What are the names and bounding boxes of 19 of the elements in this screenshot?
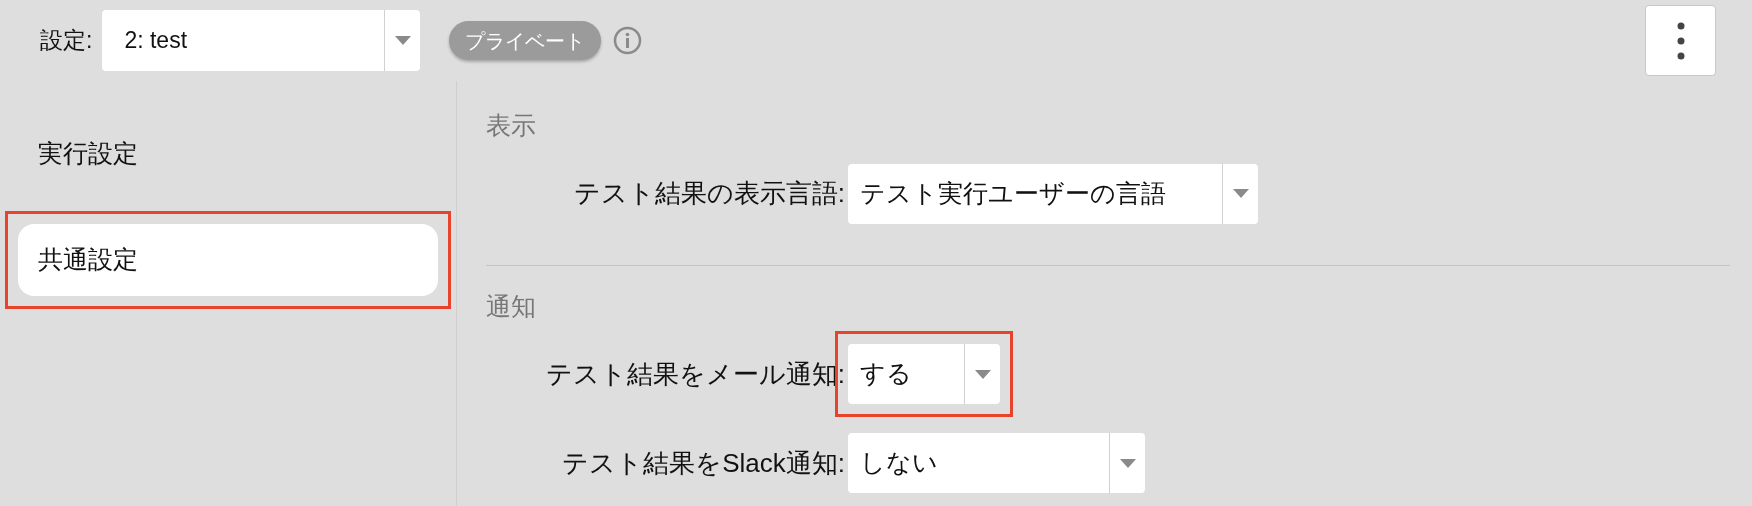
private-badge: プライベート [449, 21, 602, 60]
sidebar-item[interactable]: 共通設定 [18, 224, 438, 296]
config-select[interactable]: 2: test [102, 10, 421, 71]
field-label: テスト結果をSlack通知: [561, 446, 846, 480]
config-label: 設定: [40, 26, 93, 56]
kebab-icon [1676, 21, 1685, 60]
option-select[interactable]: する [848, 344, 1000, 404]
field-label: テスト結果の表示言語: [572, 177, 846, 210]
caret-icon [394, 36, 411, 45]
caret-icon [974, 369, 991, 379]
caret-icon [1119, 458, 1136, 468]
section-title: 表示 [486, 110, 537, 141]
section-title: 通知 [486, 290, 537, 322]
option-select[interactable]: テスト実行ユーザーの言語 [848, 163, 1258, 224]
sidebar-item[interactable]: 実行設定 [18, 118, 438, 190]
info-icon[interactable] [613, 26, 643, 55]
option-select[interactable]: しない [848, 433, 1145, 493]
caret-icon [1232, 189, 1249, 198]
more-menu-button[interactable] [1645, 5, 1716, 76]
